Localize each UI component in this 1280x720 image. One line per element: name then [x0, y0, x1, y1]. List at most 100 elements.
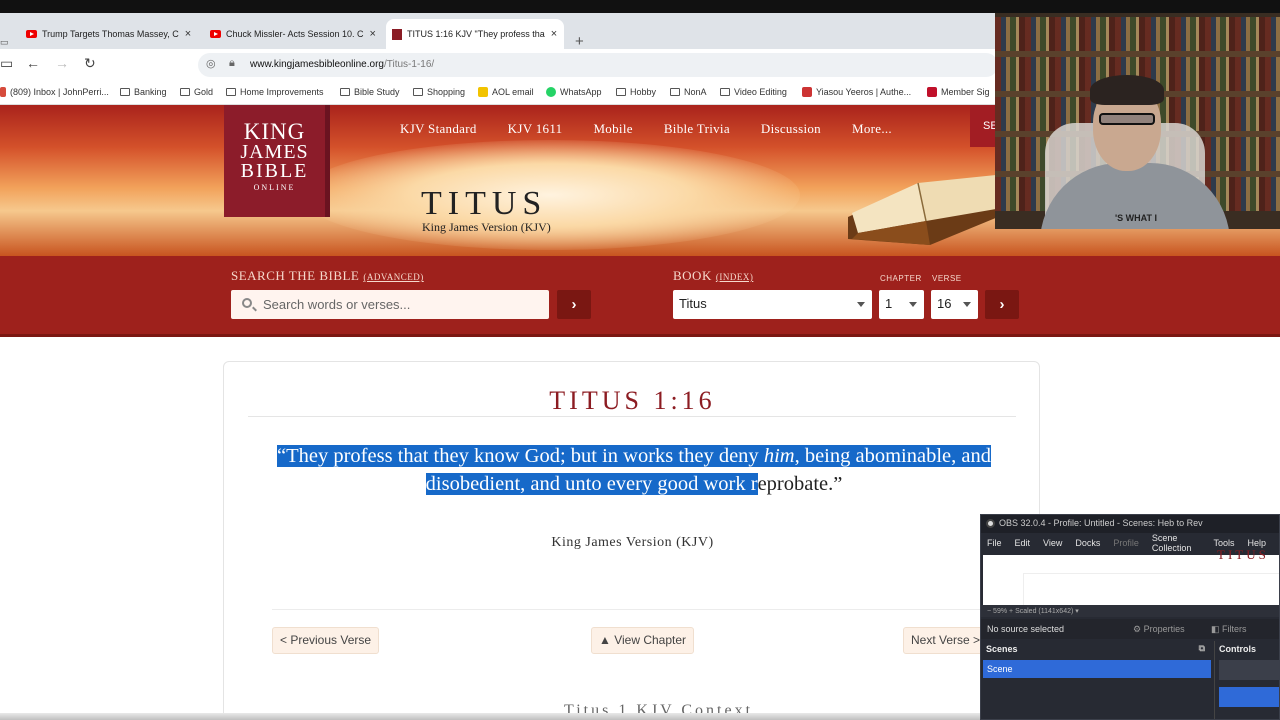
tab-title: Trump Targets Thomas Massey, C: [42, 29, 179, 39]
bookmark-aol[interactable]: AOL email: [478, 87, 534, 97]
gmail-icon: [0, 87, 6, 97]
tab-trump[interactable]: Trump Targets Thomas Massey, C ×: [20, 19, 202, 49]
previous-verse-button[interactable]: < Previous Verse: [272, 627, 380, 654]
book-select[interactable]: Titus: [673, 290, 872, 319]
tab-search-icon[interactable]: ▭: [0, 37, 9, 48]
sidebar-toggle-icon[interactable]: ▭: [0, 55, 13, 72]
close-tab-icon[interactable]: ×: [185, 28, 191, 40]
tab-chuck-missler[interactable]: Chuck Missler- Acts Session 10. C ×: [204, 19, 384, 49]
obs-control-button-primary[interactable]: [1219, 687, 1279, 707]
back-icon[interactable]: ←: [26, 55, 40, 71]
verse-selected-text: “They profess that they know God; but in…: [277, 445, 764, 467]
webcam-overlay: 'S WHAT I: [995, 13, 1280, 229]
obs-menu-docks[interactable]: Docks: [1075, 538, 1100, 548]
bookmark-nona[interactable]: NonA: [670, 87, 707, 97]
obs-title-bar: OBS 32.0.4 - Profile: Untitled - Scenes:…: [981, 515, 1279, 533]
obs-window: OBS 32.0.4 - Profile: Untitled - Scenes:…: [980, 514, 1280, 720]
verse-text[interactable]: “They profess that they know God; but in…: [274, 442, 994, 498]
obs-menu-scene-collection[interactable]: Scene Collection: [1152, 533, 1201, 553]
advanced-search-link[interactable]: (advanced): [363, 272, 423, 282]
new-tab-button[interactable]: +: [575, 33, 584, 50]
close-tab-icon[interactable]: ×: [370, 28, 376, 40]
bookmark-whatsapp[interactable]: WhatsApp: [546, 87, 602, 97]
verse-select[interactable]: 16: [931, 290, 978, 319]
bookmark-home-improvements[interactable]: Home Improvements: [226, 87, 324, 97]
url-text[interactable]: www.kingjamesbibleonline.org/Titus-1-16/: [250, 59, 434, 70]
nav-kjv-standard[interactable]: KJV Standard: [400, 121, 477, 137]
undock-icon[interactable]: ⧉: [1199, 643, 1205, 654]
nav-kjv-1611[interactable]: KJV 1611: [508, 121, 563, 137]
forward-icon[interactable]: →: [55, 55, 69, 71]
close-tab-icon[interactable]: ×: [551, 28, 557, 40]
kjv-favicon-icon: [392, 28, 402, 40]
nav-mobile[interactable]: Mobile: [593, 121, 632, 137]
obs-menu-edit[interactable]: Edit: [1015, 538, 1031, 548]
site-info-icon[interactable]: ◎: [206, 57, 216, 70]
bookmark-label: Shopping: [427, 87, 466, 97]
obs-menu-file[interactable]: File: [987, 538, 1002, 548]
obs-no-source: No source selected: [987, 624, 1065, 634]
obs-scaled-label[interactable]: Scaled (1141x642): [1015, 608, 1073, 615]
gear-icon: ⚙: [1133, 624, 1144, 634]
bookmark-yiasou[interactable]: Yiasou Yeeros | Authe...: [802, 87, 911, 97]
search-label: Search the Bible (advanced): [231, 268, 424, 284]
nav-bible-trivia[interactable]: Bible Trivia: [664, 121, 730, 137]
bookmark-gmail[interactable]: (809) Inbox | JohnPerri...: [0, 87, 109, 97]
bookmark-banking[interactable]: Banking: [120, 87, 167, 97]
next-verse-button[interactable]: Next Verse >: [903, 627, 989, 654]
chapter-select[interactable]: 1: [879, 290, 924, 319]
obs-source-bar: No source selected ⚙ Properties ◧ Filter…: [981, 619, 1279, 639]
view-chapter-button[interactable]: ▲ View Chapter: [591, 627, 695, 654]
search-band: Search the Bible(advanced) › Book (index)…: [0, 256, 1280, 337]
site-nav: KJV Standard KJV 1611 Mobile Bible Trivi…: [400, 121, 923, 137]
folder-icon: [340, 88, 350, 96]
book-subtitle: King James Version (KJV): [422, 220, 551, 234]
search-go-button[interactable]: ›: [557, 290, 591, 319]
restaurant-icon: [802, 87, 812, 97]
bookmark-gold[interactable]: Gold: [180, 87, 213, 97]
lock-icon: 🔒︎: [229, 57, 235, 69]
book-select-value: Titus: [679, 296, 707, 311]
bookmark-label: Hobby: [630, 87, 657, 97]
bookmark-shopping[interactable]: Shopping: [413, 87, 465, 97]
bookmark-bible-study[interactable]: Bible Study: [340, 87, 400, 97]
divider: [248, 416, 1016, 417]
bookmark-member-sig[interactable]: Member Sig: [927, 87, 990, 97]
verse-go-button[interactable]: ›: [985, 290, 1019, 319]
obs-control-button[interactable]: [1219, 660, 1279, 680]
obs-filters-label: Filters: [1222, 624, 1247, 634]
logo-line: KING: [243, 119, 306, 144]
youtube-icon: [26, 30, 37, 38]
search-input[interactable]: [231, 290, 549, 319]
omnibox[interactable]: ◎ 🔒︎ www.kingjamesbibleonline.org/Titus-…: [198, 53, 998, 77]
verse-selected-italic: him: [763, 445, 795, 467]
tab-titus-active[interactable]: TITUS 1:16 KJV "They profess tha ×: [386, 19, 564, 49]
site-logo[interactable]: KING JAMES BIBLE ONLINE: [224, 105, 330, 217]
bookmark-label: Bible Study: [354, 87, 400, 97]
bookmark-hobby[interactable]: Hobby: [616, 87, 656, 97]
obs-properties-button[interactable]: ⚙ Properties: [1133, 624, 1185, 635]
verse-card: Titus 1:16 “They profess that they know …: [223, 361, 1040, 720]
bookmark-label: Yiasou Yeeros | Authe...: [816, 87, 912, 97]
obs-scene-item[interactable]: Scene: [983, 660, 1211, 678]
screen-top-bar: [0, 0, 1280, 13]
verse-label: VERSE: [932, 274, 962, 283]
obs-filters-button[interactable]: ◧ Filters: [1211, 624, 1247, 635]
bookmark-video-editing[interactable]: Video Editing: [720, 87, 787, 97]
reload-icon[interactable]: ↻: [84, 55, 96, 72]
obs-zoom-bar: − 59% + Scaled (1141x642) ▾: [981, 605, 1279, 617]
obs-menu-profile[interactable]: Profile: [1113, 538, 1139, 548]
folder-icon: [120, 88, 130, 96]
folder-icon: [180, 88, 190, 96]
bookmark-label: AOL email: [492, 87, 534, 97]
chevron-down-icon: [909, 302, 917, 307]
book-index-link[interactable]: (index): [716, 272, 754, 282]
nav-more[interactable]: More...: [852, 121, 892, 137]
nav-discussion[interactable]: Discussion: [761, 121, 821, 137]
obs-zoom-chevron-down-icon[interactable]: ▾: [1075, 608, 1079, 615]
obs-menu-view[interactable]: View: [1043, 538, 1062, 548]
version-label: King James Version (KJV): [551, 535, 714, 550]
tab-title: TITUS 1:16 KJV "They profess tha: [407, 29, 545, 39]
logo-line: ONLINE: [253, 183, 296, 192]
bookmark-label: NonA: [684, 87, 707, 97]
